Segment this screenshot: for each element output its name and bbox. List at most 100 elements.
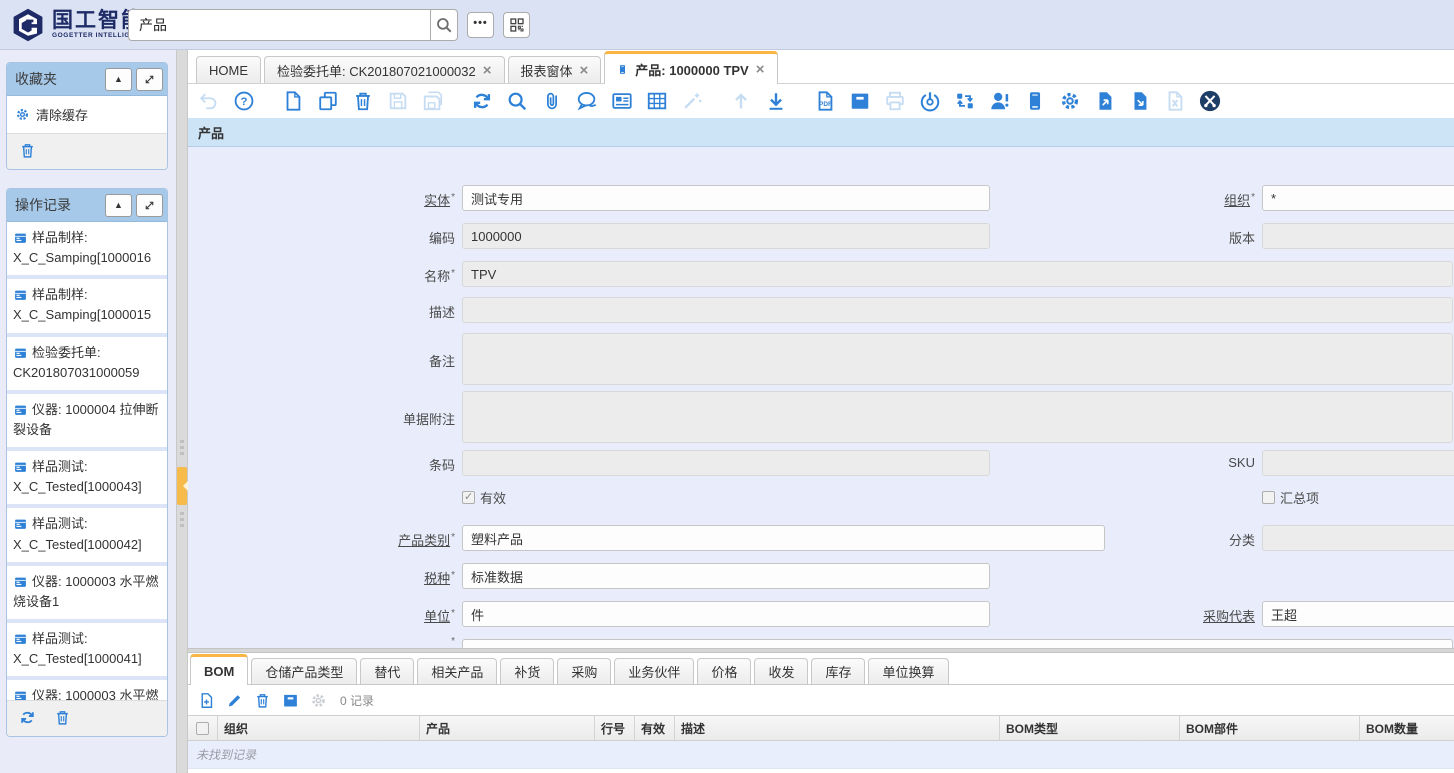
column-header-line-no[interactable]: 行号 <box>595 716 635 740</box>
history-item[interactable]: 样品制样: X_C_Samping[1000016 <box>7 222 167 279</box>
detail-tab-unit-conversion[interactable]: 单位换算 <box>868 658 948 684</box>
category-field[interactable] <box>462 525 1105 551</box>
tab-report-window[interactable]: 报表窗体× <box>508 56 602 83</box>
history-item[interactable]: 仪器: 1000003 水平燃烧设备1 <box>7 566 167 623</box>
history-item[interactable]: 样品测试: X_C_Tested[1000041] <box>7 623 167 680</box>
clear-cache-label: 清除缓存 <box>36 105 88 124</box>
mobile-device-icon <box>617 62 628 77</box>
power-target-icon[interactable] <box>919 90 941 112</box>
sidebar-splitter[interactable] <box>176 50 188 773</box>
window-icon <box>13 289 28 302</box>
detail-tab-replenishment[interactable]: 补货 <box>500 658 554 684</box>
window-icon <box>13 633 28 646</box>
add-row-icon[interactable] <box>198 692 215 709</box>
field-label-version: 版本 <box>1088 228 1255 247</box>
new-document-icon[interactable] <box>282 90 304 112</box>
clear-cache-item[interactable]: 清除缓存 <box>7 96 167 133</box>
field-label-unit[interactable]: 单位* <box>188 606 455 625</box>
detail-tab-price[interactable]: 价格 <box>697 658 751 684</box>
grid-view-icon[interactable] <box>646 90 668 112</box>
archive-box-icon[interactable] <box>849 90 871 112</box>
block-badge-icon[interactable] <box>1199 90 1221 112</box>
file-import-icon[interactable] <box>1129 90 1151 112</box>
history-item[interactable]: 样品制样: X_C_Samping[1000015 <box>7 279 167 336</box>
field-label-buyer[interactable]: 采购代表 <box>1088 606 1255 625</box>
save-row-icon[interactable] <box>282 692 299 709</box>
column-header-bom-part[interactable]: BOM部件 <box>1180 716 1360 740</box>
pdf-export-icon[interactable] <box>814 90 836 112</box>
column-header-bom-type[interactable]: BOM类型 <box>1000 716 1180 740</box>
select-all-checkbox[interactable] <box>196 722 209 735</box>
column-header-active[interactable]: 有效 <box>635 716 675 740</box>
qr-code-button[interactable] <box>503 12 530 38</box>
user-alert-icon[interactable] <box>989 90 1011 112</box>
attachment-icon[interactable] <box>541 90 563 112</box>
sidebar-collapse-handle[interactable] <box>177 467 187 505</box>
workflow-sync-icon[interactable] <box>954 90 976 112</box>
column-header-bom-qty[interactable]: BOM数量 <box>1360 716 1454 740</box>
global-search-input[interactable] <box>128 9 430 41</box>
field-label-category[interactable]: 产品类别* <box>188 530 455 549</box>
tab-label: 检验委托单: CK201807021000032 <box>277 61 476 80</box>
column-header-org[interactable]: 组织 <box>218 716 420 740</box>
download-arrow-icon[interactable] <box>765 90 787 112</box>
history-list: 样品制样: X_C_Samping[1000016 样品制样: X_C_Samp… <box>7 222 167 700</box>
delete-icon[interactable] <box>352 90 374 112</box>
history-expand-button[interactable] <box>136 194 163 217</box>
chat-icon[interactable] <box>576 90 598 112</box>
detail-tab-storage-type[interactable]: 仓储产品类型 <box>251 658 357 684</box>
history-item[interactable]: 仪器: 1000004 拉伸断裂设备 <box>7 394 167 451</box>
favorites-panel: 收藏夹 ▲ 清除缓存 <box>6 62 168 170</box>
report-card-icon[interactable] <box>611 90 633 112</box>
required-asterisk: * <box>451 268 455 279</box>
detail-tab-bom[interactable]: BOM <box>190 654 248 685</box>
close-icon[interactable]: × <box>580 63 589 78</box>
buyer-field[interactable] <box>1262 601 1454 627</box>
favorites-expand-button[interactable] <box>136 68 163 91</box>
detail-tab-purchasing[interactable]: 采购 <box>557 658 611 684</box>
history-item[interactable]: 仪器: 1000003 水平燃烧设备2 <box>7 680 167 700</box>
field-label-tax[interactable]: 税种* <box>188 568 455 587</box>
close-icon[interactable]: × <box>483 63 492 78</box>
detail-tab-receipt-dispatch[interactable]: 收发 <box>754 658 808 684</box>
tax-field[interactable] <box>462 563 990 589</box>
tab-inspection-order[interactable]: 检验委托单: CK201807021000032 × <box>264 56 505 83</box>
search-record-icon[interactable] <box>506 90 528 112</box>
detail-tab-related-products[interactable]: 相关产品 <box>417 658 497 684</box>
org-field[interactable] <box>1262 185 1454 211</box>
favorites-delete-button[interactable] <box>19 142 38 161</box>
history-refresh-button[interactable] <box>19 709 38 728</box>
next-field-partial[interactable] <box>462 639 1453 648</box>
settings-gear-icon[interactable] <box>1059 90 1081 112</box>
excel-export-icon <box>1164 90 1186 112</box>
unit-field[interactable] <box>462 601 990 627</box>
tab-home[interactable]: HOME <box>196 56 261 83</box>
mobile-device-icon[interactable] <box>1024 90 1046 112</box>
history-item[interactable]: 检验委托单: CK201807031000059 <box>7 337 167 394</box>
history-collapse-button[interactable]: ▲ <box>105 194 132 217</box>
refresh-icon[interactable] <box>471 90 493 112</box>
detail-tab-substitute[interactable]: 替代 <box>360 658 414 684</box>
code-field <box>462 223 990 249</box>
delete-row-icon[interactable] <box>254 692 271 709</box>
file-export-icon[interactable] <box>1094 90 1116 112</box>
column-header-description[interactable]: 描述 <box>675 716 1000 740</box>
history-item[interactable]: 样品测试: X_C_Tested[1000042] <box>7 508 167 565</box>
help-icon[interactable] <box>233 90 255 112</box>
column-header-product[interactable]: 产品 <box>420 716 595 740</box>
copy-icon[interactable] <box>317 90 339 112</box>
edit-pencil-icon[interactable] <box>226 692 243 709</box>
detail-tab-business-partner[interactable]: 业务伙伴 <box>614 658 694 684</box>
search-button[interactable] <box>430 9 458 41</box>
field-label-entity[interactable]: 实体* <box>188 190 455 209</box>
history-item-label: 仪器: 1000003 水平燃烧设备1 <box>13 574 158 609</box>
more-options-button[interactable]: ••• <box>467 12 494 38</box>
history-delete-button[interactable] <box>54 709 73 728</box>
detail-tab-inventory[interactable]: 库存 <box>811 658 865 684</box>
tab-product[interactable]: 产品: 1000000 TPV× <box>604 51 777 84</box>
close-icon[interactable]: × <box>756 62 765 77</box>
history-item[interactable]: 样品测试: X_C_Tested[1000043] <box>7 451 167 508</box>
field-label-org[interactable]: 组织* <box>1088 190 1255 209</box>
favorites-collapse-button[interactable]: ▲ <box>105 68 132 91</box>
entity-field[interactable] <box>462 185 990 211</box>
